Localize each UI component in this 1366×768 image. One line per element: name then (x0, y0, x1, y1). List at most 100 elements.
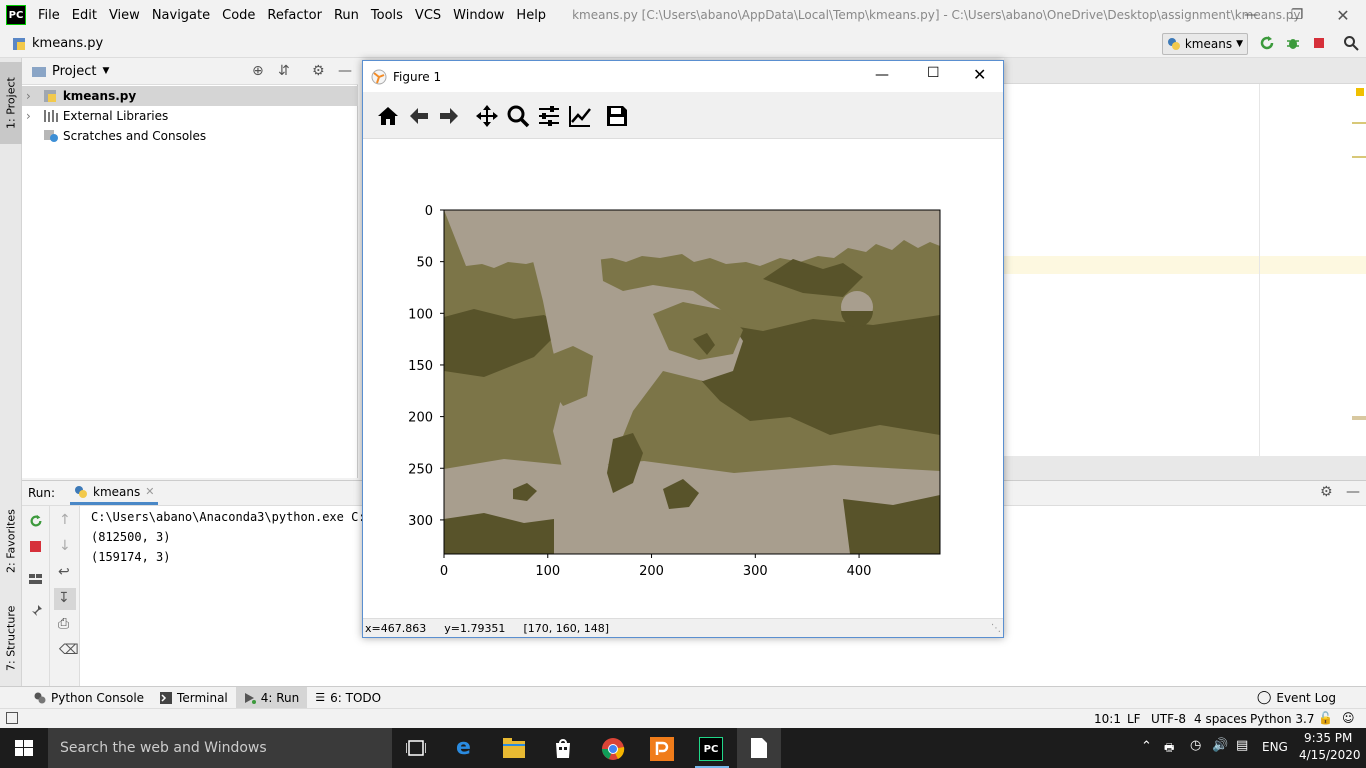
figure-close-button[interactable]: ✕ (973, 65, 986, 84)
menu-refactor[interactable]: Refactor (267, 8, 322, 23)
action-center-icon[interactable]: ▤ (1236, 738, 1248, 753)
print-icon[interactable]: ⎙ (58, 616, 69, 632)
warning-stripe[interactable] (1352, 156, 1366, 158)
save-icon[interactable] (605, 104, 629, 128)
collapse-icon[interactable]: ⇵ (278, 63, 290, 79)
tree-item-scratches[interactable]: Scratches and Consoles (22, 126, 358, 146)
menu-vcs[interactable]: VCS (415, 8, 441, 23)
figure-canvas[interactable]: 0 100 200 300 400 0 50 100 150 200 250 300 (363, 139, 1003, 617)
soft-wrap-icon[interactable]: ↩ (58, 564, 70, 580)
menu-run[interactable]: Run (334, 8, 359, 23)
locate-icon[interactable]: ⊕ (252, 63, 264, 79)
minimize-button[interactable]: — (1228, 0, 1274, 30)
menu-help[interactable]: Help (516, 8, 546, 23)
console-line: C:\Users\abano\Anaconda3\python.exe C:/ (91, 510, 373, 524)
pycharm-taskbar-icon[interactable]: PC (699, 737, 723, 761)
analysis-marker[interactable] (1356, 88, 1364, 96)
search-icon[interactable] (1343, 35, 1359, 51)
gear-icon[interactable]: ⚙ (312, 63, 325, 79)
toggle-tool-windows-icon[interactable] (6, 712, 18, 724)
tray-chevron-icon[interactable]: ⌃ (1141, 739, 1152, 754)
file-encoding[interactable]: UTF-8 (1151, 712, 1186, 726)
tab-favorites[interactable]: 2: Favorites (0, 498, 22, 584)
chevron-right-icon[interactable]: › (26, 109, 31, 123)
configure-subplots-icon[interactable] (537, 104, 561, 128)
zoom-icon[interactable] (506, 104, 530, 128)
hide-icon[interactable]: — (1346, 484, 1360, 500)
taskbar-search[interactable]: Search the web and Windows (48, 728, 392, 768)
pan-icon[interactable] (475, 104, 499, 128)
pdf-app-icon[interactable] (650, 737, 674, 761)
figure-titlebar[interactable]: Figure 1 — ☐ ✕ (363, 61, 1003, 92)
menu-file[interactable]: File (38, 8, 60, 23)
tree-item-kmeans[interactable]: › kmeans.py (22, 86, 358, 106)
down-arrow-icon[interactable]: ↓ (59, 538, 71, 554)
warning-stripe[interactable] (1352, 122, 1366, 124)
lock-icon[interactable]: 🔓 (1318, 711, 1333, 725)
menu-view[interactable]: View (109, 8, 140, 23)
stop-icon[interactable] (1311, 35, 1327, 51)
menu-tools[interactable]: Tools (371, 8, 403, 23)
clock-time[interactable]: 9:35 PM (1304, 731, 1352, 745)
restore-button[interactable]: ❐ (1274, 0, 1320, 30)
trash-icon[interactable]: ⌫ (59, 642, 79, 658)
gear-icon[interactable]: ⚙ (1320, 484, 1333, 500)
language-indicator[interactable]: ENG (1262, 740, 1288, 754)
pin-icon[interactable] (29, 604, 43, 618)
chevron-right-icon[interactable]: › (26, 89, 31, 103)
tab-project[interactable]: 1: Project (0, 62, 22, 144)
task-view-icon[interactable] (406, 740, 426, 756)
hide-icon[interactable]: — (338, 63, 352, 79)
layout-icon[interactable] (29, 572, 43, 586)
forward-arrow-icon[interactable] (437, 104, 461, 128)
wifi-icon[interactable]: ◷ (1190, 738, 1201, 753)
python-interpreter[interactable]: Python 3.7 (1250, 712, 1315, 726)
run-config-select[interactable]: kmeans ▼ (1162, 33, 1248, 55)
caret-position[interactable]: 10:1 (1094, 712, 1121, 726)
run-tab-kmeans[interactable]: kmeans ✕ (70, 481, 159, 505)
figure-minimize-button[interactable]: — (875, 67, 889, 83)
breadcrumb[interactable]: kmeans.py (12, 36, 103, 51)
rerun-icon[interactable] (1259, 35, 1275, 51)
store-icon[interactable] (552, 737, 574, 759)
tree-item-external-libraries[interactable]: › External Libraries (22, 106, 358, 126)
tab-terminal[interactable]: Terminal (152, 687, 236, 709)
menu-window[interactable]: Window (453, 8, 504, 23)
stop-icon[interactable] (29, 540, 43, 554)
inspector-icon[interactable]: ☺ (1342, 711, 1355, 725)
tab-todo[interactable]: ☰ 6: TODO (307, 687, 389, 709)
back-arrow-icon[interactable] (407, 104, 431, 128)
rerun-icon[interactable] (29, 514, 43, 528)
file-explorer-icon[interactable] (503, 738, 525, 758)
volume-icon[interactable]: 🔊 (1212, 738, 1228, 753)
figure-maximize-button[interactable]: ☐ (927, 65, 940, 81)
tab-python-console[interactable]: Python Console (26, 687, 152, 709)
chrome-icon[interactable] (601, 737, 625, 761)
ime-icon[interactable]: 🖶 (1164, 739, 1174, 758)
close-icon[interactable]: ✕ (145, 485, 154, 498)
figure-taskbar-button[interactable] (737, 728, 781, 768)
edit-axes-icon[interactable] (568, 104, 592, 128)
project-title[interactable]: Project (52, 64, 96, 79)
tab-event-log[interactable]: ◯ Event Log (1249, 687, 1344, 709)
close-button[interactable]: ✕ (1320, 0, 1366, 30)
windows-start-icon[interactable] (15, 740, 33, 756)
menu-navigate[interactable]: Navigate (152, 8, 210, 23)
breadcrumb-file[interactable]: kmeans.py (32, 36, 103, 51)
menu-edit[interactable]: Edit (72, 8, 97, 23)
warning-stripe[interactable] (1352, 416, 1366, 420)
code-editor[interactable] (1004, 84, 1366, 456)
resize-grip-icon[interactable]: ⋱ (991, 623, 1001, 634)
edge-icon[interactable]: e (456, 736, 478, 760)
chevron-down-icon[interactable]: ▼ (102, 66, 109, 76)
menu-code[interactable]: Code (222, 8, 255, 23)
home-icon[interactable] (376, 104, 400, 128)
line-separator[interactable]: LF (1127, 712, 1141, 726)
tab-run[interactable]: 4: Run (235, 686, 308, 709)
clock-date[interactable]: 4/15/2020 (1299, 748, 1361, 762)
tab-structure[interactable]: 7: Structure (0, 598, 22, 678)
up-arrow-icon[interactable]: ↑ (59, 512, 71, 528)
indent-setting[interactable]: 4 spaces (1194, 712, 1247, 726)
debug-icon[interactable] (1285, 35, 1301, 51)
scroll-to-end-button[interactable]: ↧ (54, 588, 76, 610)
